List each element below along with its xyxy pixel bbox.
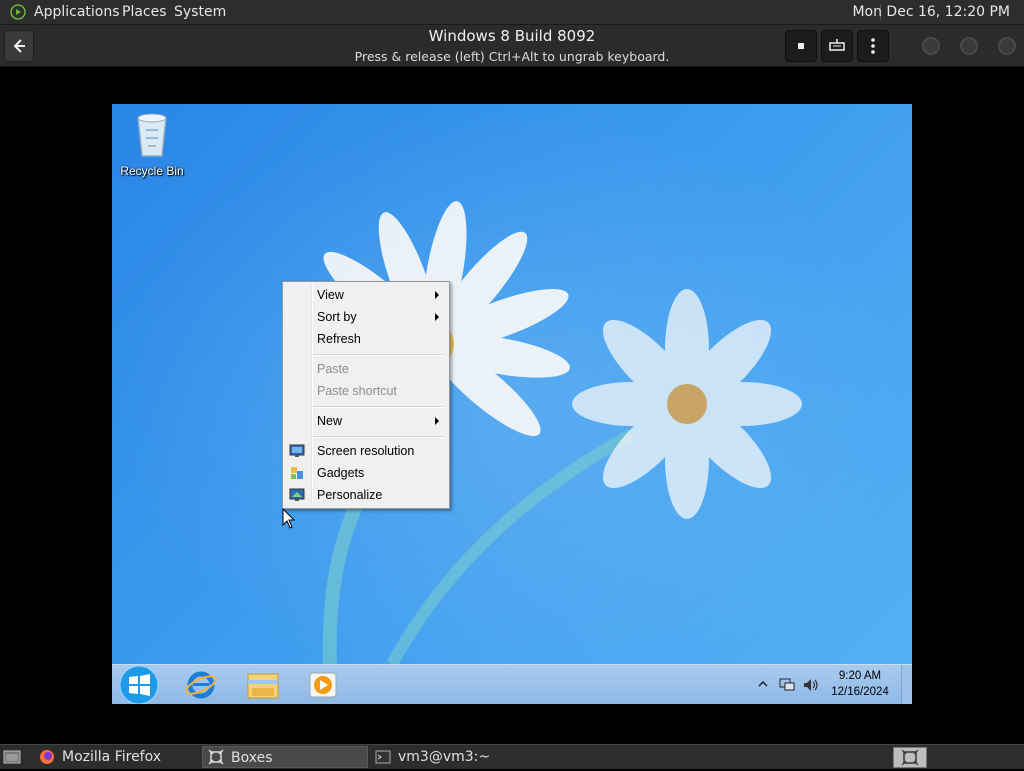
maximize-button[interactable]	[960, 37, 978, 55]
show-desktop-button[interactable]	[901, 665, 912, 704]
show-desktop-icon[interactable]	[3, 749, 21, 765]
gadgets-icon	[291, 467, 303, 479]
windows-taskbar: 9:20 AM 12/16/2024	[112, 664, 912, 704]
menu-item-screen-resolution[interactable]: Screen resolution	[283, 440, 449, 462]
stop-button[interactable]	[785, 30, 817, 62]
terminal-icon	[375, 750, 391, 764]
show-hidden-icons-icon[interactable]	[758, 679, 768, 689]
task-firefox[interactable]: Mozilla Firefox	[34, 746, 198, 768]
stop-icon	[798, 43, 804, 49]
task-terminal[interactable]: vm3@vm3:~	[370, 746, 536, 768]
monitor-icon	[289, 444, 305, 457]
task-label: Mozilla Firefox	[62, 749, 162, 765]
minimize-button[interactable]	[922, 37, 940, 55]
menu-item-view[interactable]: View	[283, 284, 449, 306]
taskbar-media-player[interactable]	[298, 668, 348, 702]
workspace-icon	[901, 749, 919, 766]
system-tray-clock[interactable]: 9:20 AM 12/16/2024	[828, 668, 892, 700]
places-menu[interactable]: Places	[122, 0, 167, 24]
vm-headerbar: Windows 8 Build 8092 Press & release (le…	[0, 25, 1024, 67]
network-icon[interactable]	[778, 677, 796, 693]
keyboard-button[interactable]	[821, 30, 853, 62]
desktop-context-menu: View Sort by Refresh Paste Paste shortcu…	[282, 281, 450, 509]
submenu-arrow-icon	[435, 417, 439, 425]
file-explorer-icon	[247, 673, 279, 699]
tray-time-text: 9:20 AM	[838, 670, 882, 682]
menu-item-new[interactable]: New	[283, 410, 449, 432]
menu-item-label: Personalize	[317, 488, 383, 502]
recycle-bin-label: Recycle Bin	[120, 164, 184, 178]
kebab-menu-icon	[871, 38, 875, 54]
media-player-icon	[309, 672, 337, 698]
vm-display[interactable]: Recycle Bin View Sort by Refresh Paste P…	[112, 104, 912, 704]
personalize-icon	[289, 488, 305, 501]
distro-logo-icon[interactable]	[10, 4, 26, 20]
taskbar-file-explorer[interactable]	[238, 668, 288, 702]
menu-item-label: Paste shortcut	[317, 384, 397, 398]
windows-logo-icon	[119, 665, 159, 704]
recycle-bin-icon	[137, 113, 167, 157]
menu-item-label: Sort by	[317, 310, 357, 324]
mouse-cursor-icon	[282, 508, 296, 529]
menu-item-refresh[interactable]: Refresh	[283, 328, 449, 350]
submenu-arrow-icon	[435, 291, 439, 299]
task-label: vm3@vm3:~	[398, 749, 491, 765]
menu-item-sort-by[interactable]: Sort by	[283, 306, 449, 328]
submenu-arrow-icon	[435, 313, 439, 321]
top-panel: Applications Places System Mon Dec 16, 1…	[0, 0, 1024, 25]
firefox-icon	[40, 750, 54, 764]
menu-item-paste[interactable]: Paste	[283, 358, 449, 380]
keyboard-icon	[829, 39, 845, 51]
tray-date-text: 12/16/2024	[831, 686, 889, 698]
clock[interactable]: Mon Dec 16, 12:20 PM	[852, 0, 1010, 24]
menu-item-label: New	[317, 414, 343, 428]
taskbar-internet-explorer[interactable]	[176, 668, 226, 702]
boxes-icon	[208, 749, 224, 765]
menu-item-label: Gadgets	[317, 466, 365, 480]
menu-item-gadgets[interactable]: Gadgets	[283, 462, 449, 484]
menu-item-label: Screen resolution	[317, 444, 415, 458]
task-boxes[interactable]: Boxes	[202, 746, 368, 768]
internet-explorer-icon	[185, 671, 217, 699]
volume-icon[interactable]	[802, 677, 820, 693]
daisy-wallpaper	[112, 104, 912, 704]
start-button[interactable]	[112, 665, 168, 704]
menu-separator	[313, 436, 445, 438]
bottom-panel: Mozilla Firefox Boxes vm3@vm3:~	[0, 744, 1024, 769]
menu-item-label: Refresh	[317, 332, 361, 346]
menu-item-label: Paste	[317, 362, 349, 376]
task-label: Boxes	[231, 750, 273, 766]
applications-menu[interactable]: Applications	[34, 0, 120, 24]
menu-separator	[313, 406, 445, 408]
menu-button[interactable]	[857, 30, 889, 62]
workspace-switcher[interactable]	[893, 747, 927, 768]
menu-separator	[313, 354, 445, 356]
menu-item-label: View	[317, 288, 344, 302]
menu-item-personalize[interactable]: Personalize	[283, 484, 449, 506]
close-button[interactable]	[998, 37, 1016, 55]
recycle-bin[interactable]: Recycle Bin	[118, 110, 186, 178]
menu-item-paste-shortcut[interactable]: Paste shortcut	[283, 380, 449, 402]
system-menu[interactable]: System	[174, 0, 226, 24]
